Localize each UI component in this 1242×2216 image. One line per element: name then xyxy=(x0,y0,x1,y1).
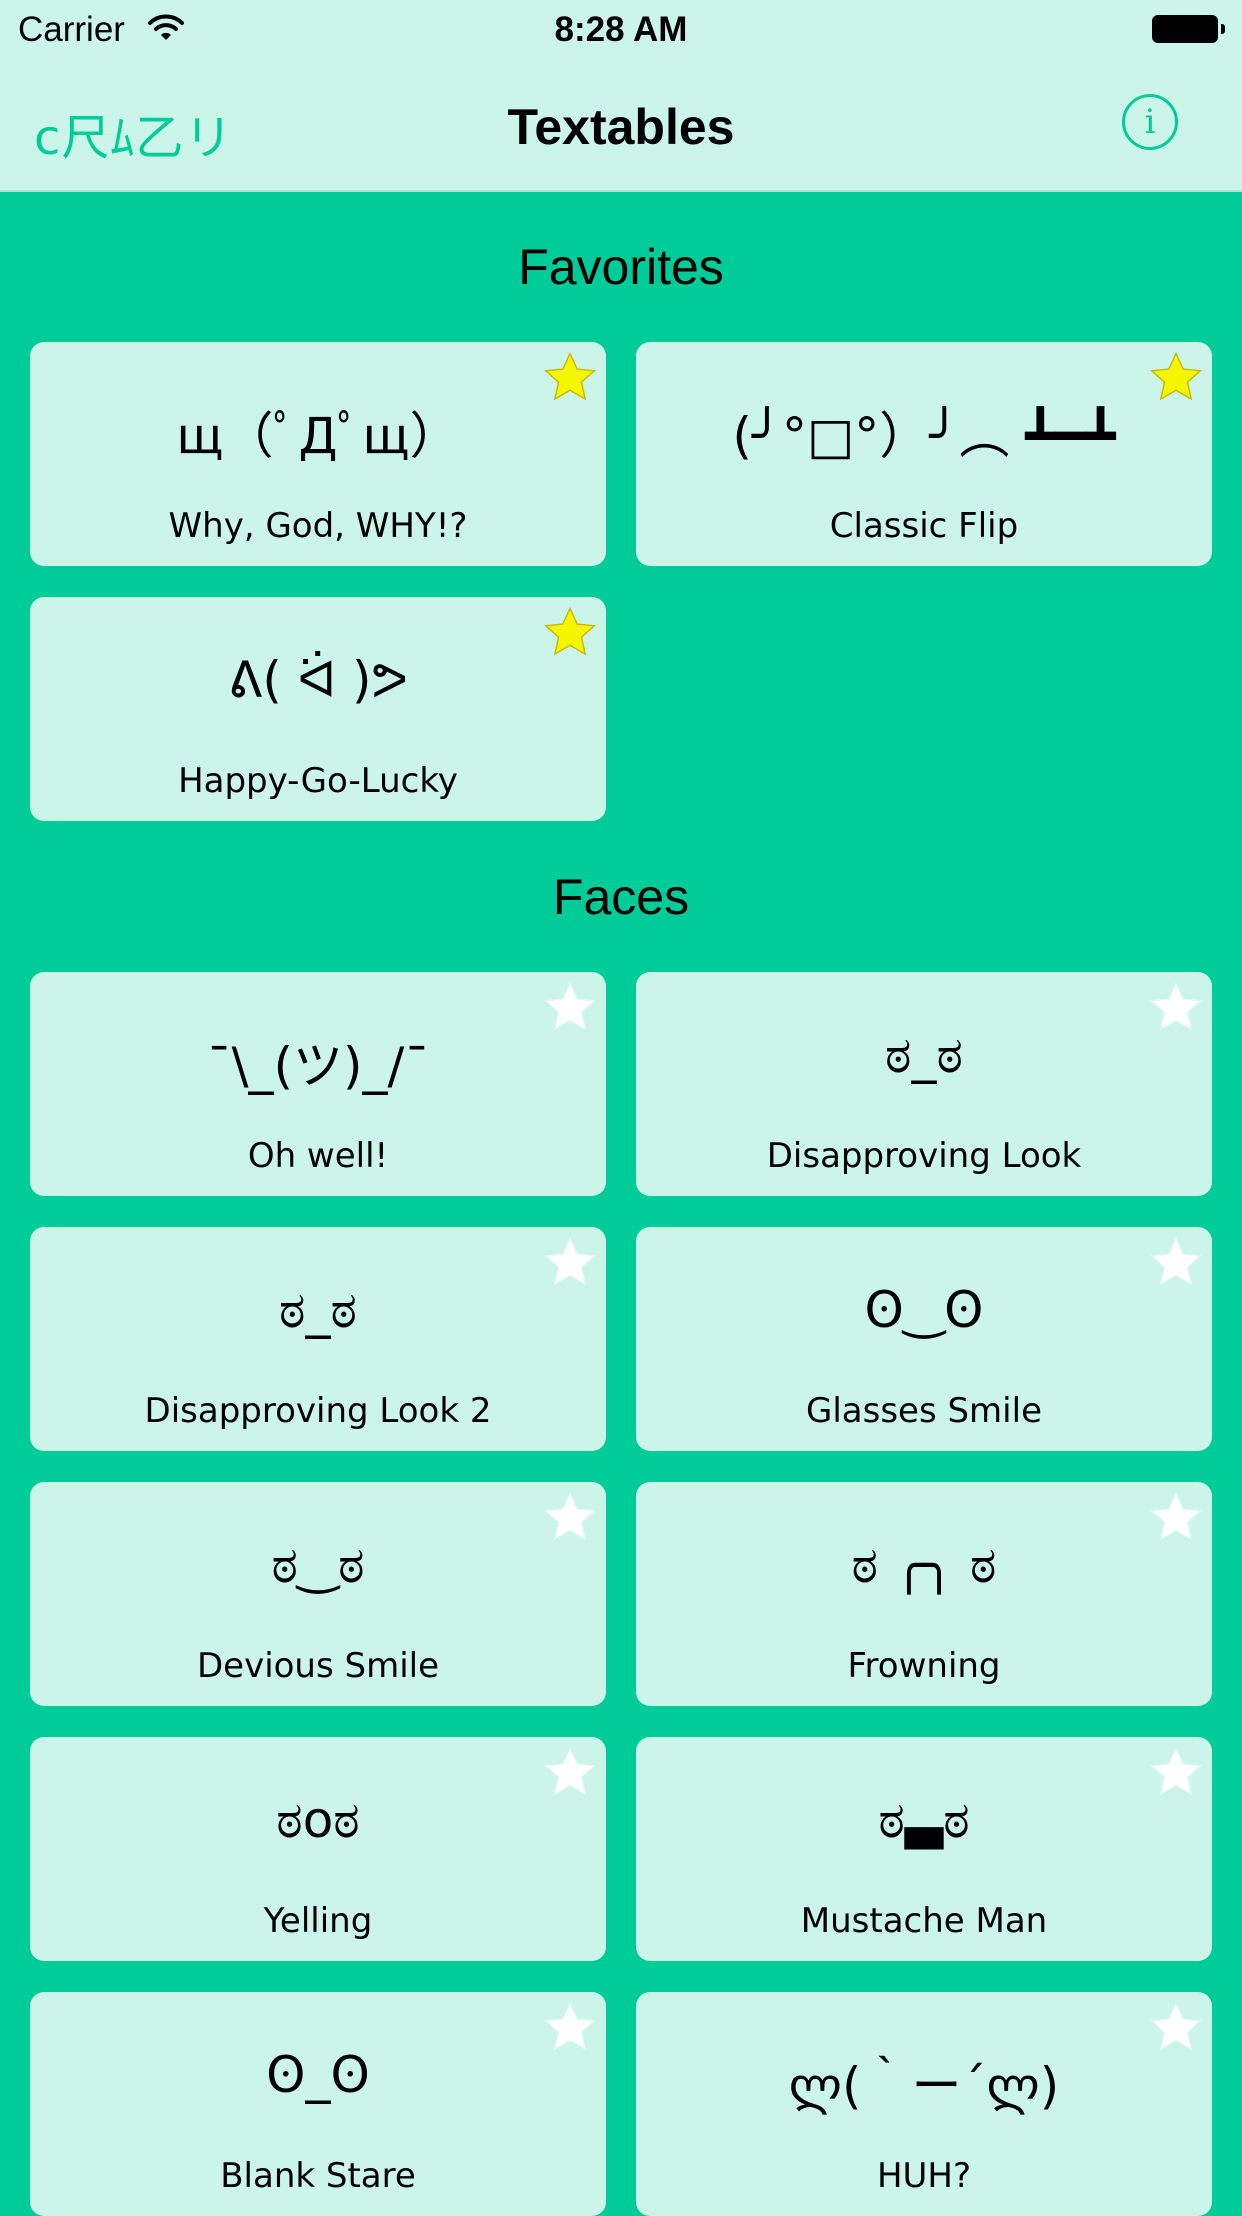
textable-face: ಠ‿ಠ xyxy=(271,1536,365,1594)
textable-label: Blank Stare xyxy=(220,2156,416,2196)
textable-card[interactable]: ¯\_(ツ)_/¯ Oh well! xyxy=(30,972,606,1196)
textable-face: ლ(｀ー´ლ) xyxy=(788,2057,1060,2115)
favorite-star-icon[interactable] xyxy=(542,1490,598,1546)
navigation-bar: c尺ﾑ乙リ Textables i xyxy=(0,60,1242,192)
favorite-star-icon[interactable] xyxy=(542,980,598,1036)
textable-face: ಠ ╭╮ ಠ xyxy=(851,1536,997,1594)
favorite-star-icon[interactable] xyxy=(542,1745,598,1801)
info-icon[interactable]: i xyxy=(1122,94,1178,150)
textable-face: ಠ_ಠ xyxy=(279,1281,357,1339)
nav-title: Textables xyxy=(507,99,735,155)
textable-face: ಠ_ಠ xyxy=(885,1026,963,1084)
textable-card[interactable]: (╯°□°）╯︵ ┻━┻ Classic Flip xyxy=(636,342,1212,566)
favorite-star-icon[interactable] xyxy=(1148,980,1204,1036)
textable-label: Mustache Man xyxy=(800,1901,1048,1941)
textable-card[interactable]: ಠ▃ಠ Mustache Man xyxy=(636,1737,1212,1961)
textable-card[interactable]: ಠ_ಠ Disapproving Look xyxy=(636,972,1212,1196)
favorite-star-icon[interactable] xyxy=(1148,1490,1204,1546)
textable-card[interactable]: ಠ‿ಠ Devious Smile xyxy=(30,1482,606,1706)
textable-card[interactable]: ಠoಠ Yelling xyxy=(30,1737,606,1961)
textable-label: Disapproving Look 2 xyxy=(144,1391,492,1431)
favorite-star-icon[interactable] xyxy=(1148,1235,1204,1291)
textable-card[interactable]: ᕕ( ᐛ )ᕗ Happy-Go-Lucky xyxy=(30,597,606,821)
section-title-faces: Faces xyxy=(552,869,690,925)
textable-card[interactable]: щ（ﾟДﾟщ） Why, God, WHY!? xyxy=(30,342,606,566)
textable-card[interactable]: ლ(｀ー´ლ) HUH? xyxy=(636,1992,1212,2216)
favorite-star-icon[interactable] xyxy=(1148,350,1204,406)
textable-face: ಠoಠ xyxy=(276,1791,360,1849)
textable-face: ʘ_ʘ xyxy=(266,2046,370,2104)
textable-face: ʘ‿ʘ xyxy=(864,1281,984,1339)
textable-label: Classic Flip xyxy=(829,506,1019,546)
favorite-star-icon[interactable] xyxy=(1148,2000,1204,2056)
status-time: 8:28 AM xyxy=(554,10,688,49)
textable-label: Frowning xyxy=(847,1646,1001,1686)
textable-label: Happy-Go-Lucky xyxy=(178,761,458,801)
favorite-star-icon[interactable] xyxy=(542,605,598,661)
favorite-star-icon[interactable] xyxy=(542,2000,598,2056)
battery-icon xyxy=(1152,15,1225,43)
textable-face: ಠ▃ಠ xyxy=(878,1791,970,1849)
favorite-star-icon[interactable] xyxy=(1148,1745,1204,1801)
textable-card[interactable]: ʘ‿ʘ Glasses Smile xyxy=(636,1227,1212,1451)
textable-face: ᕕ( ᐛ )ᕗ xyxy=(228,651,408,709)
textable-face: щ（ﾟДﾟщ） xyxy=(176,407,460,465)
textable-label: Devious Smile xyxy=(196,1646,440,1686)
textable-card[interactable]: ಠ ╭╮ ಠ Frowning xyxy=(636,1482,1212,1706)
textable-label: HUH? xyxy=(876,2156,972,2196)
textable-label: Oh well! xyxy=(247,1136,389,1176)
textable-face: (╯°□°）╯︵ ┻━┻ xyxy=(732,407,1116,465)
textable-label: Why, God, WHY!? xyxy=(168,506,468,546)
favorite-star-icon[interactable] xyxy=(542,1235,598,1291)
textable-card[interactable]: ʘ_ʘ Blank Stare xyxy=(30,1992,606,2216)
favorite-star-icon[interactable] xyxy=(542,350,598,406)
textable-label: Yelling xyxy=(263,1901,373,1941)
textable-face: ¯\_(ツ)_/¯ xyxy=(206,1037,430,1095)
textable-label: Disapproving Look xyxy=(766,1136,1082,1176)
status-bar: Carrier 8:28 AM xyxy=(0,0,1242,60)
textable-card[interactable]: ಠ_ಠ Disapproving Look 2 xyxy=(30,1227,606,1451)
section-title-favorites: Favorites xyxy=(518,239,724,295)
textable-label: Glasses Smile xyxy=(805,1391,1042,1431)
